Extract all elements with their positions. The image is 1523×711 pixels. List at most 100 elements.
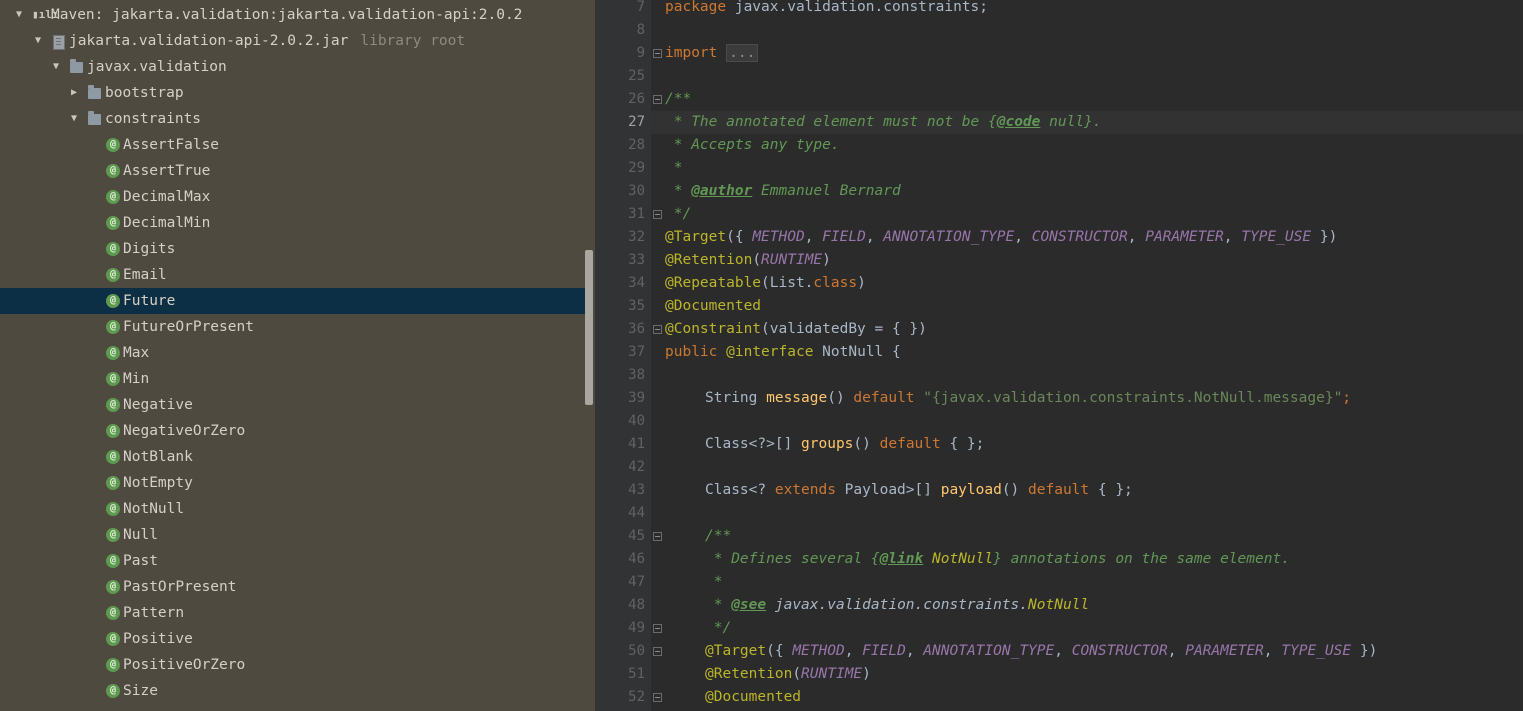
annotation-class-icon: @ xyxy=(106,450,120,464)
code-line: * xyxy=(665,160,683,176)
code-line: package javax.validation.constraints; xyxy=(665,0,989,15)
tree-node-package[interactable]: ▼ javax.validation xyxy=(0,54,593,80)
line-number: 7 xyxy=(636,0,645,15)
tree-node-class[interactable]: @ DecimalMax xyxy=(0,184,593,210)
annotation-class-icon: @ xyxy=(106,320,120,334)
tree-node-label: constraints xyxy=(105,111,202,127)
tree-node-label: FutureOrPresent xyxy=(123,319,254,335)
annotation-class-icon: @ xyxy=(106,216,120,230)
tree-node-label: Size xyxy=(123,683,158,699)
expand-arrow-icon[interactable]: ▼ xyxy=(12,2,26,28)
tree-node-class[interactable]: @ Negative xyxy=(0,392,593,418)
tree-node-class[interactable]: @ Size xyxy=(0,678,593,704)
tree-node-label: AssertFalse xyxy=(123,137,220,153)
tree-node-folder-bootstrap[interactable]: ▶ bootstrap xyxy=(0,80,593,106)
annotation-class-icon: @ xyxy=(106,398,120,412)
line-number: 49 xyxy=(628,620,645,636)
jar-icon xyxy=(53,35,65,50)
line-number: 45 xyxy=(628,528,645,544)
tree-node-maven-library[interactable]: ▼ ▮ılı Maven: jakarta.validation:jakarta… xyxy=(0,2,593,28)
expand-arrow-icon[interactable]: ▼ xyxy=(49,54,63,80)
fold-marker-icon[interactable] xyxy=(653,210,662,219)
tree-node-label: Min xyxy=(123,371,150,387)
line-number: 52 xyxy=(628,689,645,705)
fold-marker-icon[interactable] xyxy=(653,624,662,633)
tree-node-class[interactable]: @ NegativeOrZero xyxy=(0,418,593,444)
code-line: * @author Emmanuel Bernard xyxy=(665,183,901,199)
code-line: @Documented xyxy=(705,689,802,705)
tree-node-label: javax.validation xyxy=(87,59,227,75)
code-line: @Constraint(validatedBy = { }) xyxy=(665,321,927,337)
tree-node-folder-constraints[interactable]: ▼ constraints xyxy=(0,106,593,132)
tree-node-class[interactable]: @ DecimalMin xyxy=(0,210,593,236)
tree-node-class[interactable]: @ NotBlank xyxy=(0,444,593,470)
package-icon xyxy=(88,111,101,125)
code-editor[interactable]: 7 8 9 25 26 27 28 29 30 31 32 33 34 35 36 37 38 39 40 41 42 4… xyxy=(595,0,1523,711)
line-number: 40 xyxy=(628,413,645,429)
line-number: 39 xyxy=(628,390,645,406)
line-number: 32 xyxy=(628,229,645,245)
fold-marker-icon[interactable] xyxy=(653,325,662,334)
line-number: 48 xyxy=(628,597,645,613)
fold-marker-icon[interactable] xyxy=(653,95,662,104)
line-number: 36 xyxy=(628,321,645,337)
tree-node-class[interactable]: @ Future xyxy=(0,288,593,314)
tree-node-class[interactable]: @ Digits xyxy=(0,236,593,262)
line-number: 31 xyxy=(628,206,645,222)
tree-node-class[interactable]: @ Max xyxy=(0,340,593,366)
annotation-class-icon: @ xyxy=(106,632,120,646)
annotation-class-icon: @ xyxy=(106,684,120,698)
code-line: @Target({ METHOD, FIELD, ANNOTATION_TYPE… xyxy=(705,643,1378,659)
code-line: * @see javax.validation.constraints.NotN… xyxy=(705,597,1090,613)
tree-node-class[interactable]: @ Past xyxy=(0,548,593,574)
tree-node-label: PositiveOrZero xyxy=(123,657,246,673)
tree-node-label: Maven: jakarta.validation:jakarta.valida… xyxy=(51,7,523,23)
line-number: 37 xyxy=(628,344,645,360)
code-line: String message() default "{javax.validat… xyxy=(705,390,1352,406)
tree-node-label: NegativeOrZero xyxy=(123,423,246,439)
annotation-class-icon: @ xyxy=(106,554,120,568)
fold-marker-icon[interactable] xyxy=(653,532,662,541)
tree-node-label: Null xyxy=(123,527,158,543)
tree-node-class[interactable]: @ NotNull xyxy=(0,496,593,522)
expand-arrow-icon[interactable]: ▼ xyxy=(67,106,81,132)
tree-node-class[interactable]: @ NotEmpty xyxy=(0,470,593,496)
line-number: 28 xyxy=(628,137,645,153)
expand-arrow-icon[interactable]: ▼ xyxy=(31,28,45,54)
tree-node-class[interactable]: @ Pattern xyxy=(0,600,593,626)
annotation-class-icon: @ xyxy=(106,580,120,594)
code-line: @Retention(RUNTIME) xyxy=(705,666,871,682)
tree-node-jar[interactable]: ▼ jakarta.validation-api-2.0.2.jar librar… xyxy=(0,28,593,54)
line-number: 47 xyxy=(628,574,645,590)
tree-scrollbar[interactable] xyxy=(585,250,593,405)
fold-marker-icon[interactable] xyxy=(653,49,662,58)
code-line: */ xyxy=(705,620,732,636)
fold-marker-icon[interactable] xyxy=(653,647,662,656)
code-line: public @interface NotNull { xyxy=(665,344,901,360)
tree-node-class[interactable]: @ FutureOrPresent xyxy=(0,314,593,340)
line-number: 30 xyxy=(628,183,645,199)
collapse-arrow-icon[interactable]: ▶ xyxy=(67,80,81,106)
tree-node-class[interactable]: @ AssertTrue xyxy=(0,158,593,184)
tree-node-label: PastOrPresent xyxy=(123,579,237,595)
tree-node-class[interactable]: @ Email xyxy=(0,262,593,288)
tree-node-class[interactable]: @ PositiveOrZero xyxy=(0,652,593,678)
code-line: @Repeatable(List.class) xyxy=(665,275,866,291)
fold-marker-icon[interactable] xyxy=(653,693,662,702)
line-number: 33 xyxy=(628,252,645,268)
annotation-class-icon: @ xyxy=(106,606,120,620)
tree-node-class[interactable]: @ Positive xyxy=(0,626,593,652)
tree-node-class[interactable]: @ PastOrPresent xyxy=(0,574,593,600)
tree-node-class[interactable]: @ Null xyxy=(0,522,593,548)
tree-node-label: NotNull xyxy=(123,501,185,517)
line-number: 41 xyxy=(628,436,645,452)
annotation-class-icon: @ xyxy=(106,242,120,256)
library-root-hint: library root xyxy=(360,33,466,49)
annotation-class-icon: @ xyxy=(106,528,120,542)
annotation-class-icon: @ xyxy=(106,138,120,152)
code-line: * Accepts any type. xyxy=(665,137,840,153)
tree-node-label: AssertTrue xyxy=(123,163,211,179)
tree-node-class[interactable]: @ Min xyxy=(0,366,593,392)
folded-imports[interactable]: ... xyxy=(726,44,759,62)
tree-node-class[interactable]: @ AssertFalse xyxy=(0,132,593,158)
